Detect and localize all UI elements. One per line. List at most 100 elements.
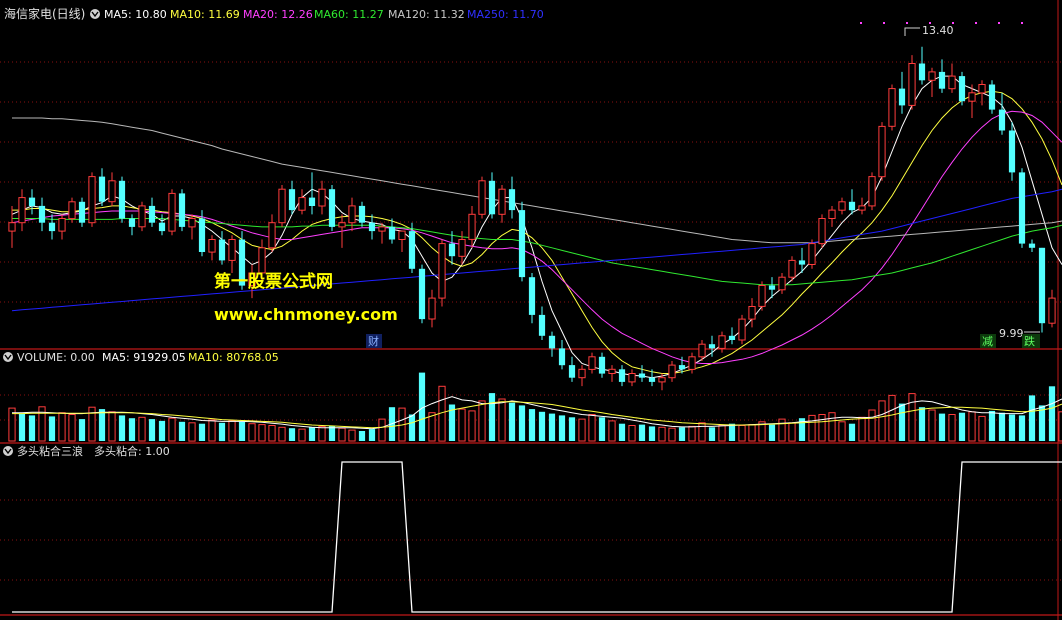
- candle-body: [988, 84, 996, 110]
- volume-bar: [848, 423, 856, 441]
- candle: [168, 189, 176, 236]
- price-header: 海信家电(日线) MA5: 10.80 MA10: 11.69 MA20: 12…: [4, 6, 544, 21]
- candle-body: [1008, 130, 1016, 173]
- candle-body: [148, 205, 156, 223]
- volume-bar: [628, 425, 636, 442]
- volume-bar: [528, 409, 536, 441]
- candle-body: [578, 368, 586, 379]
- volume-bar: [838, 421, 846, 442]
- candle-body: [758, 285, 766, 307]
- stock-chart-canvas: 海信家电(日线) MA5: 10.80 MA10: 11.69 MA20: 12…: [0, 0, 1062, 620]
- volume-bar: [728, 423, 736, 441]
- volume-bar: [338, 427, 346, 442]
- candle-body: [1048, 297, 1056, 324]
- ma250-label: MA250: 11.70: [467, 8, 544, 21]
- volume-bar: [298, 428, 306, 442]
- event-badge-die[interactable]: 跌: [1022, 334, 1040, 348]
- volume-bar: [978, 415, 986, 442]
- candle-body: [1028, 243, 1036, 248]
- candle-body: [958, 76, 966, 102]
- candle-body: [188, 218, 196, 228]
- volume-bar: [998, 412, 1006, 441]
- volume-bar: [688, 425, 696, 442]
- candle-body: [888, 88, 896, 127]
- candle-body: [818, 218, 826, 245]
- ma20-label: MA20: 12.26: [243, 8, 313, 21]
- volume-bar: [18, 413, 26, 441]
- marker-dot: [906, 22, 908, 24]
- candle-body: [508, 189, 516, 211]
- candle: [878, 122, 886, 181]
- volume-bar: [518, 405, 526, 441]
- candle-body: [798, 260, 806, 265]
- candle: [988, 80, 996, 114]
- candle-body: [128, 218, 136, 227]
- collapse-icon[interactable]: [3, 446, 13, 456]
- low-price-label: 9.99: [999, 327, 1024, 340]
- collapse-icon[interactable]: [90, 9, 100, 19]
- candle-body: [78, 201, 86, 223]
- candle: [328, 185, 336, 232]
- candle-body: [628, 373, 636, 383]
- signal-indicator-name: 多头粘合三浪: [17, 444, 83, 458]
- candle-body: [908, 63, 916, 106]
- volume-bar: [118, 415, 126, 441]
- candle-body: [338, 222, 346, 228]
- candle-body: [718, 335, 726, 349]
- event-badge-cai[interactable]: 财: [366, 334, 382, 348]
- candle-body: [458, 239, 466, 257]
- volume-header: VOLUME: 0.00 MA5: 91929.05 MA10: 80768.0…: [3, 351, 279, 364]
- volume-bar: [768, 424, 776, 441]
- candle-body: [478, 180, 486, 215]
- candle-body: [438, 243, 446, 299]
- ma5-label: MA5: 10.80: [104, 8, 167, 21]
- candle-body: [848, 201, 856, 211]
- volume-bar: [98, 409, 106, 441]
- candle: [908, 55, 916, 110]
- marker-dot: [975, 22, 977, 24]
- volume-bar: [318, 425, 326, 442]
- ma120-label: MA120: 11.32: [388, 8, 465, 21]
- volume-bar: [458, 408, 466, 442]
- candle: [68, 197, 76, 223]
- candle-body: [18, 197, 26, 224]
- volume-bar: [1018, 415, 1026, 441]
- candle: [478, 176, 486, 219]
- candle: [1038, 247, 1046, 333]
- volume-bar: [138, 416, 146, 442]
- candle-body: [198, 218, 206, 252]
- candle-body: [688, 356, 696, 370]
- volume-bar: [668, 427, 676, 442]
- candle-body: [898, 88, 906, 106]
- collapse-icon[interactable]: [3, 352, 13, 362]
- candle: [438, 239, 446, 307]
- volume-label: VOLUME: 0.00: [17, 351, 95, 364]
- candle-body: [498, 188, 506, 215]
- candle-body: [218, 239, 226, 261]
- candle-body: [228, 239, 236, 261]
- volume-bar: [608, 420, 616, 442]
- candle-body: [538, 314, 546, 336]
- volume-bar: [598, 417, 606, 441]
- candle-body: [978, 84, 986, 94]
- candle-body: [1038, 247, 1046, 324]
- event-badge-jian[interactable]: 减: [980, 334, 996, 348]
- candle: [1008, 122, 1016, 181]
- candle-body: [278, 188, 286, 224]
- candle-body: [618, 369, 626, 382]
- candle-body: [8, 222, 16, 232]
- candle-body: [648, 377, 656, 382]
- volume-bar: [588, 414, 596, 442]
- candle: [788, 256, 796, 282]
- candle-body: [838, 201, 846, 211]
- candle-body: [358, 205, 366, 223]
- volume-bar: [488, 393, 496, 441]
- candle-body: [808, 243, 816, 266]
- candle-body: [308, 197, 316, 206]
- volume-bar: [28, 415, 36, 441]
- candle: [118, 176, 126, 223]
- candle-body: [88, 176, 96, 224]
- candle-body: [428, 297, 436, 320]
- candle-body: [138, 205, 146, 228]
- candle-body: [418, 268, 426, 320]
